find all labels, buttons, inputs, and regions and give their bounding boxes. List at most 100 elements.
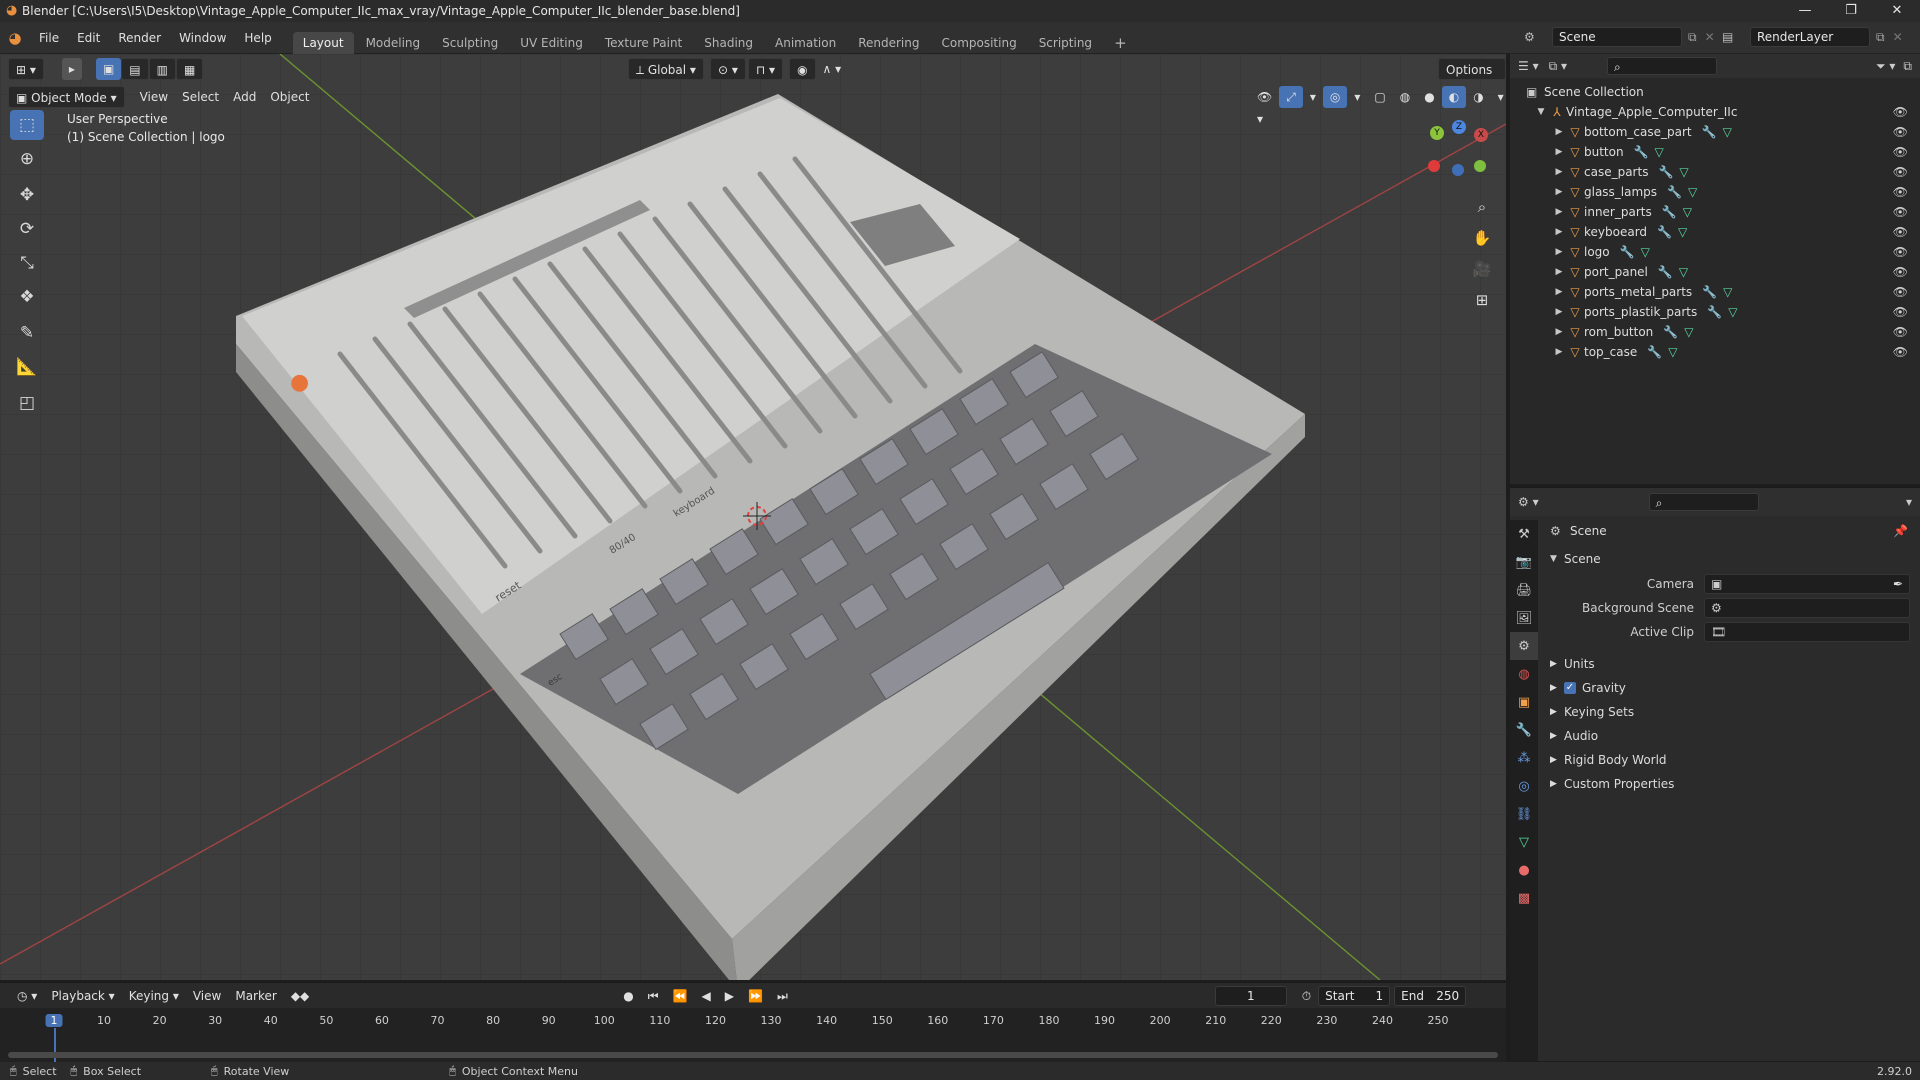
menu-file[interactable]: File — [30, 22, 68, 54]
texture-tab-icon[interactable]: ▩ — [1510, 884, 1538, 912]
select-box-tool-icon[interactable]: ⬚ — [10, 110, 44, 140]
outliner-object-row[interactable]: ▶ ▽ rom_button 🔧 ▽ 👁 — [1510, 322, 1920, 342]
tab-compositing[interactable]: Compositing — [931, 32, 1026, 54]
play-reverse-icon[interactable]: ◀ — [695, 985, 718, 1007]
visibility-eye-icon[interactable]: 👁 — [1893, 125, 1908, 139]
gizmo-x-axis[interactable]: X — [1474, 128, 1488, 142]
rigid-body-panel-header[interactable]: ▶ Rigid Body World — [1544, 748, 1920, 772]
scene-name-field[interactable]: Scene — [1552, 27, 1682, 47]
maximize-button[interactable]: ❐ — [1828, 0, 1874, 22]
visibility-eye-icon[interactable]: 👁 — [1893, 225, 1908, 239]
outliner-object-row[interactable]: ▶ ▽ case_parts 🔧 ▽ 👁 — [1510, 162, 1920, 182]
tab-scripting[interactable]: Scripting — [1029, 32, 1102, 54]
world-tab-icon[interactable]: ◍ — [1510, 660, 1538, 688]
expand-arrow-icon[interactable]: ▶ — [1552, 267, 1566, 277]
select-mode-subtract-icon[interactable]: ▥ — [148, 58, 176, 80]
annotate-tool-icon[interactable]: ✎ — [10, 318, 44, 348]
expand-arrow-icon[interactable]: ▶ — [1552, 167, 1566, 177]
outliner-object-row[interactable]: ▶ ▽ inner_parts 🔧 ▽ 👁 — [1510, 202, 1920, 222]
units-panel-header[interactable]: ▶ Units — [1544, 652, 1920, 676]
outliner-object-row[interactable]: ▶ ▽ bottom_case_part 🔧 ▽ 👁 — [1510, 122, 1920, 142]
gizmo-neg-y[interactable] — [1474, 160, 1486, 172]
physics-tab-icon[interactable]: ◎ — [1510, 772, 1538, 800]
background-scene-field[interactable]: ⚙ — [1704, 598, 1910, 618]
outliner-search-input[interactable]: ⌕ — [1607, 57, 1718, 75]
keying-sets-expand-icon[interactable]: ▶ — [1550, 707, 1564, 717]
tab-shading[interactable]: Shading — [694, 32, 763, 54]
select-tool-icon[interactable]: ▸ — [61, 58, 82, 80]
menu-view[interactable]: View — [133, 86, 175, 108]
jump-end-icon[interactable]: ⏭ — [770, 985, 795, 1007]
outliner-object-row[interactable]: ▶ ▽ logo 🔧 ▽ 👁 — [1510, 242, 1920, 262]
prev-keyframe-icon[interactable]: ⏪ — [666, 985, 695, 1007]
render-tab-icon[interactable]: 📷 — [1510, 548, 1538, 576]
jump-start-icon[interactable]: ⏮ — [641, 985, 666, 1007]
menu-edit[interactable]: Edit — [68, 22, 109, 54]
properties-options-icon[interactable]: ▾ — [1906, 495, 1912, 509]
select-mode-extend-icon[interactable]: ▤ — [121, 58, 149, 80]
measure-tool-icon[interactable]: 📐 — [10, 352, 44, 382]
visibility-eye-icon[interactable]: 👁 — [1893, 345, 1908, 359]
cursor-tool-icon[interactable]: ⊕ — [10, 144, 44, 174]
new-view-layer-icon[interactable]: ⧉ — [1876, 30, 1885, 45]
expand-arrow-icon[interactable]: ▶ — [1552, 187, 1566, 197]
transform-orientation-dropdown[interactable]: ⟂ Global ▾ — [628, 58, 704, 80]
select-mode-new-icon[interactable]: ▣ — [95, 58, 122, 80]
solid-shading-icon[interactable]: ● — [1417, 86, 1441, 108]
zoom-icon[interactable]: ⌕ — [1469, 194, 1495, 220]
keying-menu[interactable]: Keying ▾ — [122, 985, 186, 1007]
tab-texture-paint[interactable]: Texture Paint — [595, 32, 692, 54]
delete-scene-icon[interactable]: ✕ — [1705, 30, 1715, 44]
expand-arrow-icon[interactable]: ▶ — [1552, 307, 1566, 317]
timeline-scrollbar[interactable] — [8, 1052, 1498, 1058]
visibility-eye-icon[interactable]: 👁 — [1893, 105, 1908, 119]
menu-render[interactable]: Render — [109, 22, 170, 54]
transform-tool-icon[interactable]: ❖ — [10, 282, 44, 312]
expand-arrow-icon[interactable]: ▶ — [1552, 207, 1566, 217]
expand-arrow-icon[interactable]: ▶ — [1552, 147, 1566, 157]
menu-object[interactable]: Object — [263, 86, 316, 108]
3d-viewport[interactable]: ● reset 80/40 keyboard esc — [0, 54, 1506, 980]
custom-properties-expand-icon[interactable]: ▶ — [1550, 779, 1564, 789]
audio-panel-header[interactable]: ▶ Audio — [1544, 724, 1920, 748]
gravity-checkbox[interactable]: ✓ — [1564, 682, 1576, 694]
end-frame-field[interactable]: End 250 — [1394, 986, 1467, 1006]
outliner-object-row[interactable]: ▶ ▽ button 🔧 ▽ 👁 — [1510, 142, 1920, 162]
tab-layout[interactable]: Layout — [292, 31, 354, 54]
gizmo-y-axis[interactable]: Y — [1430, 126, 1444, 140]
add-workspace-icon[interactable]: + — [1104, 32, 1137, 54]
scene-panel-header[interactable]: ▼ Scene — [1544, 546, 1920, 572]
outliner-object-row[interactable]: ▶ ▽ top_case 🔧 ▽ 👁 — [1510, 342, 1920, 362]
display-mode-icon[interactable]: ⧉ ▾ — [1549, 59, 1567, 74]
gravity-expand-icon[interactable]: ▶ — [1550, 683, 1564, 693]
marker-menu[interactable]: Marker — [228, 985, 283, 1007]
camera-view-icon[interactable]: 🎥 — [1469, 256, 1495, 282]
tab-modeling[interactable]: Modeling — [356, 32, 431, 54]
delete-view-layer-icon[interactable]: ✕ — [1893, 30, 1903, 44]
scene-tab-icon[interactable]: ⚙ — [1510, 632, 1538, 660]
tab-rendering[interactable]: Rendering — [848, 32, 929, 54]
tab-uv-editing[interactable]: UV Editing — [510, 32, 593, 54]
keying-sets-panel-header[interactable]: ▶ Keying Sets — [1544, 700, 1920, 724]
output-tab-icon[interactable]: 🖨 — [1510, 576, 1538, 604]
object-mode-dropdown[interactable]: ▣ Object Mode ▾ — [8, 86, 125, 108]
add-cube-tool-icon[interactable]: ◰ — [10, 388, 44, 418]
options-dropdown[interactable]: Options ▾ — [1438, 58, 1506, 99]
pivot-point-icon[interactable]: ⊙ ▾ — [709, 58, 746, 80]
outliner-object-row[interactable]: ▶ ▽ port_panel 🔧 ▽ 👁 — [1510, 262, 1920, 282]
expand-arrow-icon[interactable]: ▶ — [1552, 227, 1566, 237]
material-shading-icon[interactable]: ◐ — [1441, 86, 1467, 108]
auto-keying-icon[interactable]: ● — [616, 985, 640, 1007]
pan-hand-icon[interactable]: ✋ — [1469, 225, 1495, 251]
outliner-object-row[interactable]: ▶ ▽ ports_metal_parts 🔧 ▽ 👁 — [1510, 282, 1920, 302]
proportional-edit-icon[interactable]: ◉ — [789, 58, 816, 80]
expand-arrow-icon[interactable]: ▶ — [1552, 327, 1566, 337]
tab-animation[interactable]: Animation — [765, 32, 846, 54]
visibility-eye-icon[interactable]: 👁 — [1893, 145, 1908, 159]
expand-arrow-icon[interactable]: ▶ — [1552, 127, 1566, 137]
filter-icon[interactable]: ⏷ ▾ — [1876, 59, 1895, 74]
ortho-grid-icon[interactable]: ⊞ — [1469, 287, 1495, 313]
gravity-panel-header[interactable]: ▶ ✓ Gravity — [1544, 676, 1920, 700]
new-collection-icon[interactable]: ⧉ — [1903, 59, 1912, 74]
view-layer-field[interactable]: RenderLayer — [1750, 27, 1870, 47]
